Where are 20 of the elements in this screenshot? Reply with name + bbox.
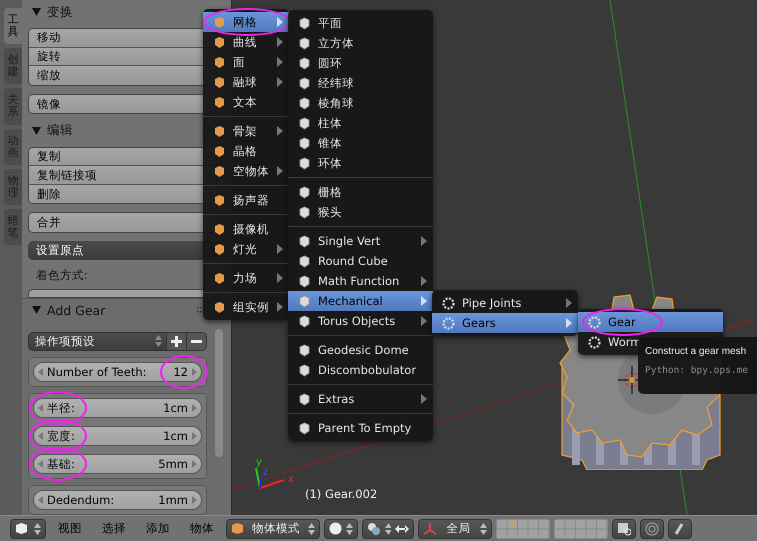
- field-value: 5mm: [158, 457, 188, 471]
- field-label: Number of Teeth:: [47, 365, 146, 379]
- tooltip-title: Construct a gear mesh: [645, 346, 748, 357]
- axis-label: x: [288, 475, 294, 485]
- field-value: 1mm: [158, 493, 188, 507]
- field-label: 半径:: [47, 400, 75, 414]
- tooltip-python: Python: bpy.ops.me: [645, 365, 749, 376]
- object-name-label: (1) Gear.002: [305, 487, 378, 501]
- field-label: 宽度:: [47, 428, 75, 442]
- field-value: 1cm: [163, 429, 188, 443]
- field-value: 1cm: [163, 401, 188, 415]
- shading-caption: 着色方式:: [35, 266, 89, 284]
- axis-label: y: [256, 458, 262, 468]
- axis-label: z: [263, 468, 268, 478]
- field-value: 12: [173, 365, 188, 379]
- panel-title: 编辑: [47, 122, 74, 140]
- field-label: Dedendum:: [47, 493, 114, 507]
- panel-title: 变换: [47, 4, 74, 21]
- panel-title: Add Gear: [47, 302, 106, 318]
- field-label: 基础:: [47, 456, 75, 470]
